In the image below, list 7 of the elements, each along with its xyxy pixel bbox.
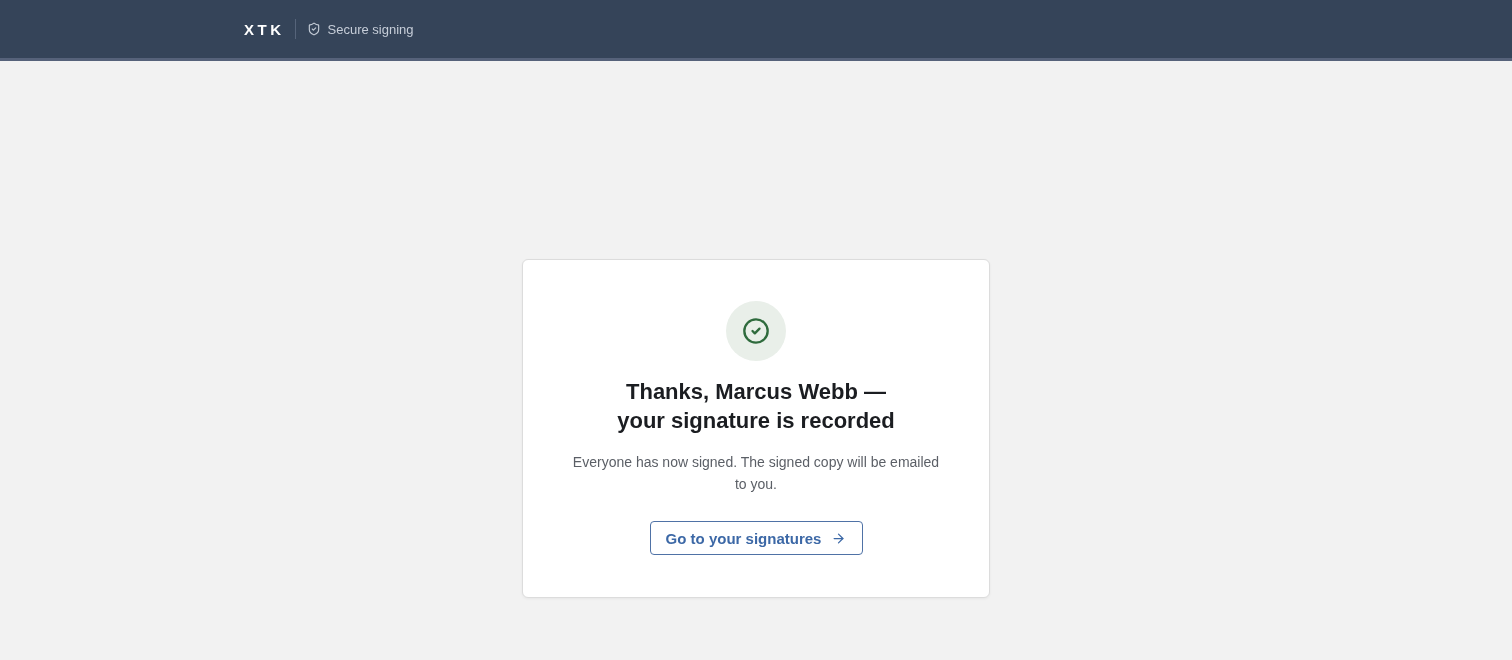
confirmation-title: Thanks, Marcus Webb — your signature is recorded [616,378,896,435]
logo-text: XTK [244,20,285,38]
confirmation-message: Everyone has now signed. The signed copy will be emailed to you. [571,453,941,494]
arrow-right-icon [831,530,847,546]
shield-check-icon [306,22,321,36]
go-to-signatures-button[interactable]: Go to your signatures [649,521,863,555]
secure-signing-label: Secure signing [327,21,414,37]
